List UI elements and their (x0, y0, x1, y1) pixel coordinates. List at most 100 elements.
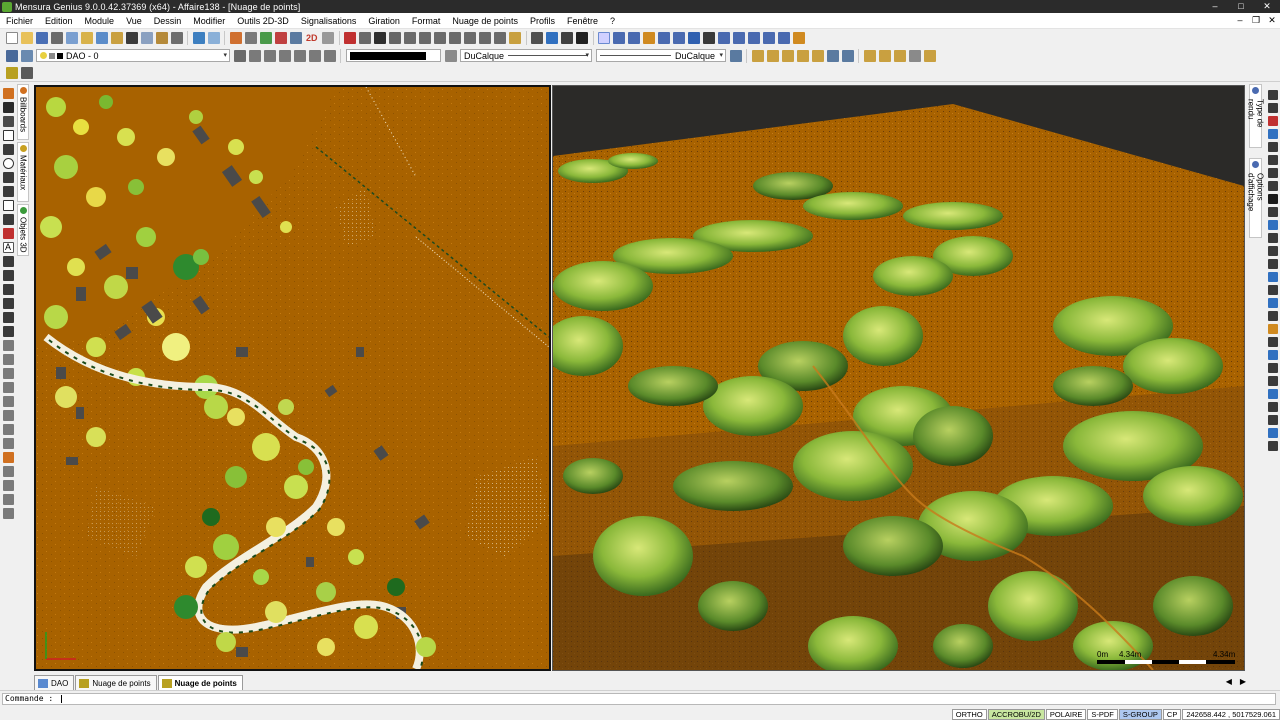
doc-minimize-button[interactable]: – (1232, 15, 1248, 26)
dimension-icon[interactable] (546, 32, 559, 44)
table-icon[interactable] (2, 311, 14, 323)
grid-tool-icon[interactable] (2, 479, 14, 491)
snap-nearest-icon[interactable] (733, 32, 746, 44)
import-icon[interactable] (110, 32, 123, 44)
ray-icon[interactable] (2, 115, 14, 127)
ellipse-icon[interactable] (2, 171, 14, 183)
cp-toggle[interactable]: CP (1162, 708, 1182, 720)
text-style-icon[interactable] (531, 32, 544, 44)
splinedit-icon[interactable] (1268, 336, 1278, 347)
zoom-out-icon[interactable] (419, 32, 432, 44)
linetype-select[interactable]: DuCalque ▾ (460, 49, 592, 62)
menu-fenetre[interactable]: Fenêtre (561, 16, 604, 26)
donut-icon[interactable] (2, 381, 14, 393)
offset-icon[interactable] (1268, 128, 1278, 139)
grid-icon[interactable] (374, 32, 387, 44)
stretch-icon[interactable] (1268, 193, 1278, 204)
snap-insert-icon[interactable] (778, 32, 791, 44)
close-button[interactable]: ✕ (1254, 0, 1280, 13)
arc-icon[interactable] (2, 143, 14, 155)
menu-help[interactable]: ? (604, 16, 621, 26)
zoom-window-icon[interactable] (389, 32, 402, 44)
block-icon[interactable] (781, 49, 794, 62)
mirror-icon[interactable] (1268, 115, 1278, 126)
layer-icon[interactable] (259, 32, 272, 44)
break-icon[interactable] (1268, 232, 1278, 243)
cut-icon[interactable] (125, 32, 138, 44)
zoom-realtime-icon[interactable] (479, 32, 492, 44)
xref-icon[interactable] (811, 49, 824, 62)
rectangle-icon[interactable] (2, 129, 14, 141)
print-preview-icon[interactable] (65, 32, 78, 44)
snap-extension-icon[interactable] (763, 32, 776, 44)
extend-icon[interactable] (1268, 219, 1278, 230)
layer-state-icon[interactable] (20, 49, 33, 62)
maximize-button[interactable]: □ (1228, 0, 1254, 13)
spdf-toggle[interactable]: S-PDF (1087, 708, 1118, 720)
tab-scroll-right-icon[interactable]: ▶ (1240, 677, 1246, 686)
command-input[interactable]: Commande : (2, 693, 1276, 705)
ortho-toggle[interactable]: ORTHO (951, 708, 987, 720)
menu-module[interactable]: Module (79, 16, 121, 26)
snap-midpoint-icon[interactable] (628, 32, 641, 44)
polyline-icon[interactable] (2, 101, 14, 113)
doc-close-button[interactable]: ✕ (1264, 15, 1280, 26)
layer-previous-icon[interactable] (248, 49, 261, 62)
menu-fichier[interactable]: Fichier (0, 16, 39, 26)
publish-icon[interactable] (80, 32, 93, 44)
copy-icon[interactable] (140, 32, 153, 44)
curve-icon[interactable] (2, 213, 14, 225)
lineweight-select[interactable]: DuCalque ▾ (596, 49, 726, 62)
line-icon[interactable] (2, 87, 14, 99)
copyclip-icon[interactable] (1268, 440, 1278, 451)
scale-icon[interactable] (1268, 180, 1278, 191)
regen-icon[interactable] (359, 32, 372, 44)
snap-tangent-icon[interactable] (718, 32, 731, 44)
menu-profils[interactable]: Profils (524, 16, 561, 26)
erase-icon[interactable] (1268, 89, 1278, 100)
divide-object-icon[interactable] (1268, 349, 1278, 360)
properties-icon[interactable] (289, 32, 302, 44)
menu-modifier[interactable]: Modifier (187, 16, 231, 26)
move-icon[interactable] (1268, 154, 1278, 165)
join-icon[interactable] (1268, 245, 1278, 256)
menu-dessin[interactable]: Dessin (148, 16, 188, 26)
region-icon[interactable] (2, 339, 14, 351)
snap-icon[interactable] (598, 32, 611, 44)
point-icon[interactable] (2, 199, 14, 211)
reverse-icon[interactable] (1268, 401, 1278, 412)
lengthen-icon[interactable] (1268, 297, 1278, 308)
tab-type-de-rendu[interactable]: Type de rendu (1247, 84, 1265, 148)
tab-scroll-left-icon[interactable]: ◀ (1226, 677, 1232, 686)
raster-icon[interactable] (20, 66, 33, 79)
overkill-icon[interactable] (1268, 375, 1278, 386)
layer-iso-icon[interactable] (263, 49, 276, 62)
zoom-in-icon[interactable] (404, 32, 417, 44)
solid-icon[interactable] (2, 395, 14, 407)
revision-cloud-icon[interactable] (2, 227, 14, 239)
dimension-aligned-icon[interactable] (2, 283, 14, 295)
snap-quadrant-icon[interactable] (673, 32, 686, 44)
measure-object-icon[interactable] (1268, 362, 1278, 373)
redo-icon[interactable] (207, 32, 220, 44)
tab-materiaux[interactable]: Matériaux (17, 142, 29, 202)
undo-icon[interactable] (192, 32, 205, 44)
rotate-icon[interactable] (1268, 167, 1278, 178)
tab-dao[interactable]: DAO (34, 675, 75, 690)
text-icon[interactable]: A (2, 241, 14, 253)
save-icon[interactable] (35, 32, 48, 44)
color-dropdown-icon[interactable] (444, 49, 457, 62)
accrobu-toggle[interactable]: ACCROBU/2D (987, 708, 1045, 720)
trim-icon[interactable] (1268, 206, 1278, 217)
viewport-top[interactable] (34, 85, 551, 671)
lineweight-icon[interactable] (576, 32, 589, 44)
spline-icon[interactable] (2, 185, 14, 197)
paint-icon[interactable] (2, 451, 14, 463)
layer-off-icon[interactable] (293, 49, 306, 62)
match-properties-icon[interactable] (229, 32, 242, 44)
fillet-icon[interactable] (1268, 271, 1278, 282)
zoom-previous-icon[interactable] (464, 32, 477, 44)
menu-vue[interactable]: Vue (120, 16, 148, 26)
snap-settings-icon[interactable] (793, 32, 806, 44)
hatch-tool-icon[interactable] (2, 325, 14, 337)
